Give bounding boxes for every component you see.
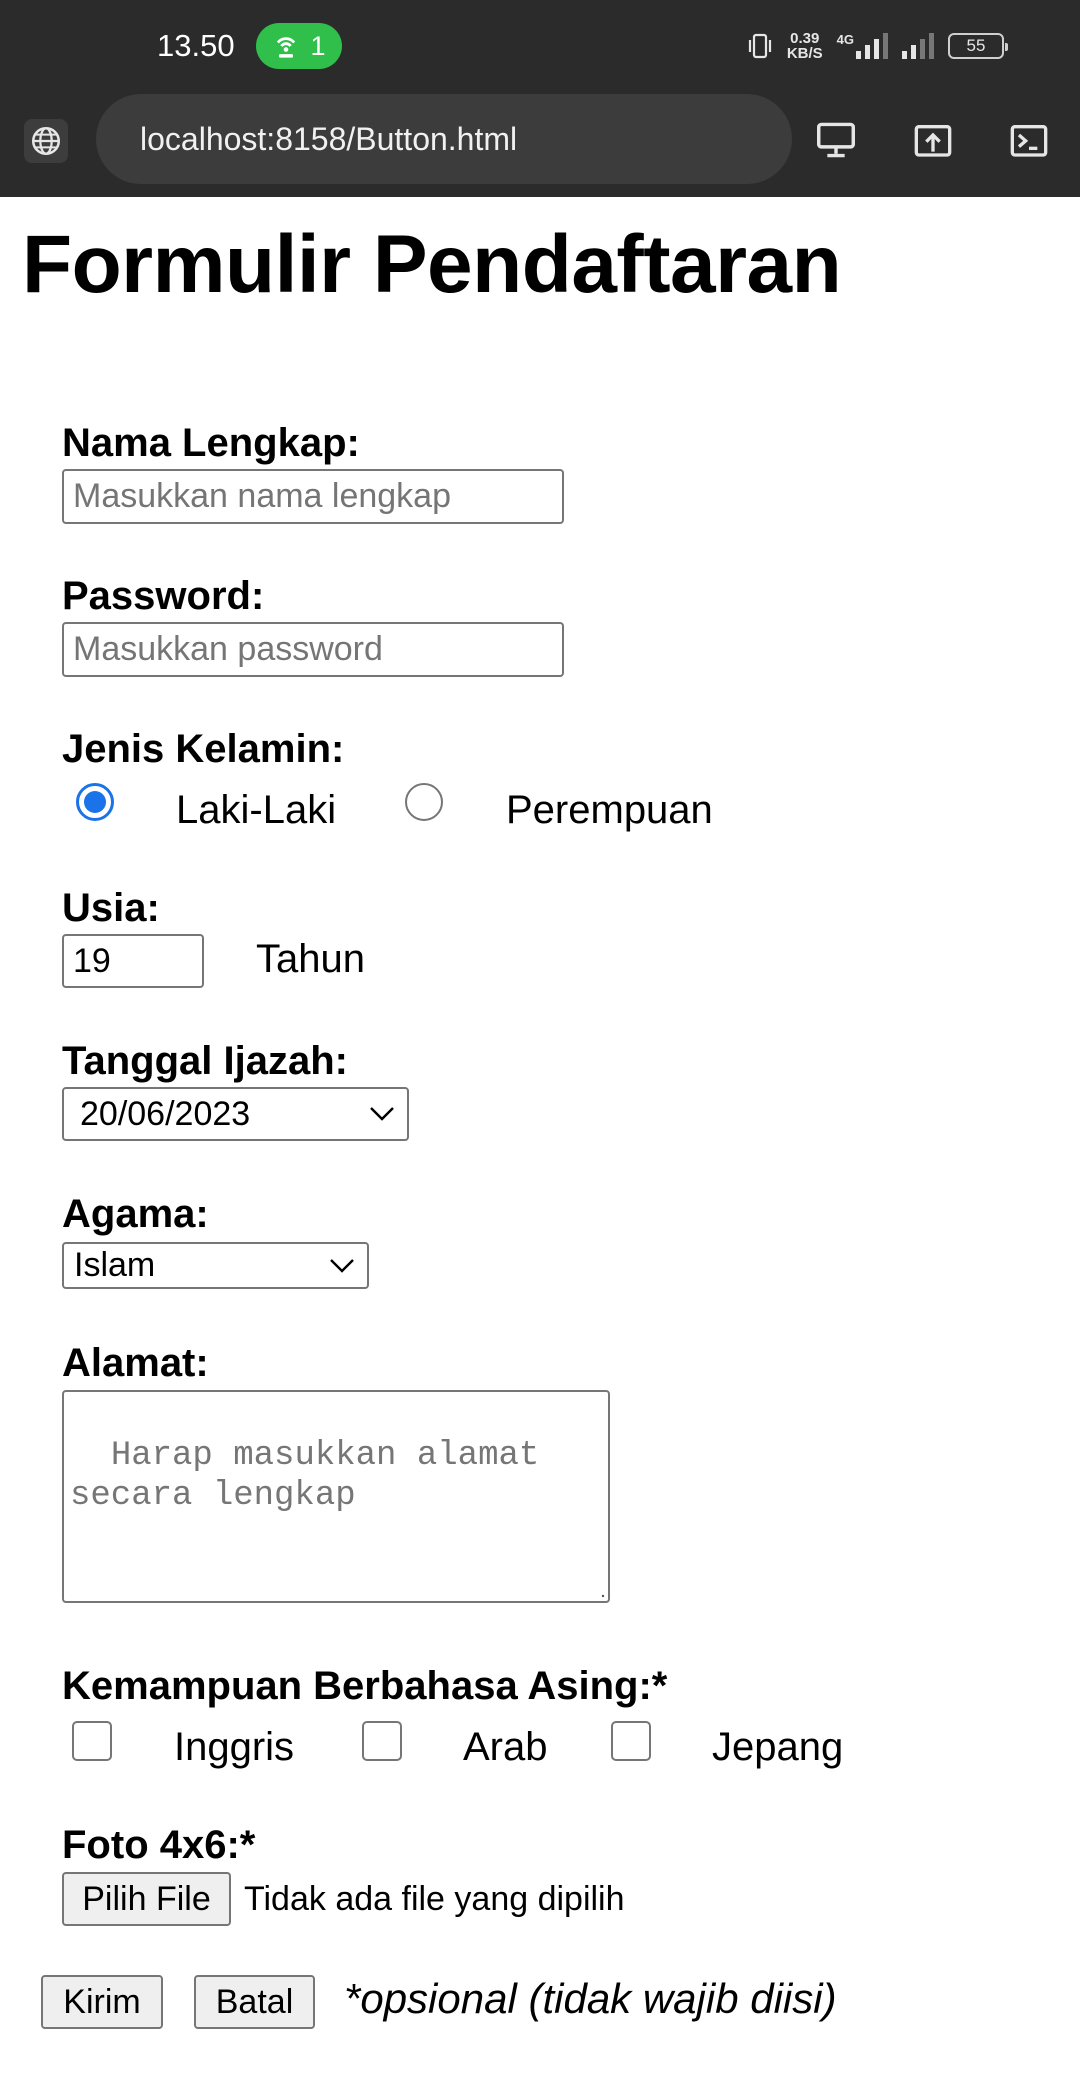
address-placeholder: Harap masukkan alamat secara lengkap — [70, 1437, 540, 1515]
network-type: 4G — [836, 32, 854, 47]
site-info-glyph — [31, 126, 61, 156]
submit-button[interactable]: Kirim — [41, 1975, 163, 2029]
religion-label: Agama: — [62, 1192, 209, 1236]
graduation-date-label: Tanggal Ijazah: — [62, 1039, 348, 1083]
status-icons: 0.39 KB/S 4G 55 — [747, 26, 1008, 66]
chevron-down-icon — [370, 1107, 394, 1121]
gender-radio-male[interactable] — [76, 783, 114, 821]
net-speed-value: 0.39 — [790, 30, 820, 47]
address-textarea[interactable]: Harap masukkan alamat secara lengkap — [62, 1390, 610, 1603]
language-checkbox-arabic[interactable] — [362, 1721, 402, 1761]
age-input[interactable]: 19 — [62, 934, 204, 988]
url-bar[interactable]: localhost:8158/Button.html — [96, 94, 792, 184]
languages-label: Kemampuan Berbahasa Asing:* — [62, 1664, 668, 1708]
signal-bars-icon — [856, 33, 888, 59]
file-status: Tidak ada file yang dipilih — [244, 1880, 625, 1918]
photo-label: Foto 4x6:* — [62, 1823, 256, 1867]
password-input[interactable] — [62, 622, 564, 677]
share-upload-icon[interactable] — [909, 116, 957, 164]
mobile-signal-1: 4G — [837, 33, 888, 59]
hotspot-icon — [277, 37, 296, 58]
graduation-date-value: 20/06/2023 — [80, 1094, 251, 1133]
language-checkbox-english[interactable] — [72, 1721, 112, 1761]
choose-file-button[interactable]: Pilih File — [62, 1872, 231, 1926]
chevron-down-icon — [330, 1258, 354, 1273]
religion-value: Islam — [74, 1246, 156, 1284]
battery-level: 55 — [966, 36, 986, 55]
age-unit: Tahun — [256, 937, 365, 981]
hotspot-indicator[interactable]: 1 — [256, 23, 342, 69]
hotspot-count: 1 — [310, 30, 326, 61]
religion-select[interactable]: Islam — [62, 1242, 369, 1289]
language-option-english: Inggris — [174, 1725, 295, 1769]
language-option-arabic: Arab — [463, 1725, 548, 1769]
gender-option-female: Perempuan — [506, 788, 713, 832]
signal-bars-2-icon — [902, 33, 934, 59]
language-checkbox-japanese[interactable] — [611, 1721, 651, 1761]
globe-icon[interactable] — [24, 119, 68, 163]
page-title: Formulir Pendaftaran — [22, 219, 842, 310]
cancel-button[interactable]: Batal — [194, 1975, 315, 2029]
browser-chrome: 13.50 1 0.39 KB/S 4G 55 localhost:8158/B… — [0, 0, 1080, 197]
age-value: 19 — [73, 941, 111, 980]
battery-icon: 55 — [948, 33, 1008, 59]
language-option-japanese: Jepang — [712, 1725, 844, 1769]
url-text: localhost:8158/Button.html — [140, 120, 518, 157]
gender-label: Jenis Kelamin: — [62, 727, 345, 771]
graduation-date-picker[interactable]: 20/06/2023 — [62, 1087, 409, 1141]
address-label: Alamat: — [62, 1341, 209, 1385]
terminal-icon[interactable] — [1005, 116, 1053, 164]
status-time: 13.50 — [157, 28, 235, 63]
name-input[interactable] — [62, 469, 564, 524]
resize-grip-icon[interactable] — [599, 1592, 605, 1598]
net-speed-unit: KB/S — [786, 45, 823, 62]
gender-option-male: Laki-Laki — [176, 788, 337, 832]
gender-radio-female[interactable] — [405, 783, 443, 821]
age-label: Usia: — [62, 886, 160, 930]
vibrate-icon — [748, 33, 771, 59]
password-label: Password: — [62, 574, 265, 618]
desktop-icon[interactable] — [812, 116, 860, 164]
name-label: Nama Lengkap: — [62, 421, 360, 465]
optional-note: *opsional (tidak wajib diisi) — [344, 1975, 837, 2022]
net-speed: 0.39 KB/S — [787, 31, 823, 61]
